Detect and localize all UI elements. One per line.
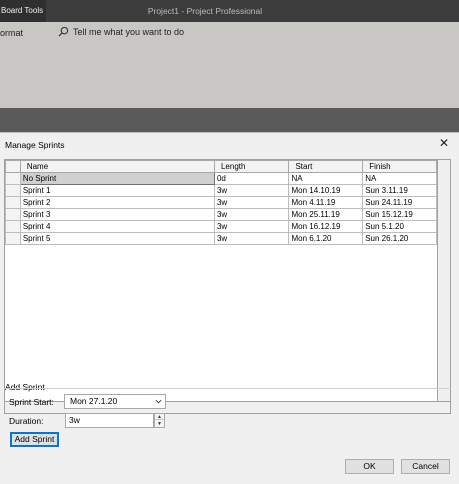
section-divider (4, 388, 451, 389)
add-sprint-section-label: Add Sprint (5, 382, 45, 392)
sprint-start-value: Mon 27.1.20 (70, 396, 118, 406)
cell-length[interactable]: 3w (213, 232, 290, 245)
cell-finish[interactable]: Sun 3.11.19 (362, 184, 437, 197)
close-icon[interactable]: ✕ (437, 136, 451, 150)
cell-name[interactable]: Sprint 4 (19, 220, 215, 233)
manage-sprints-dialog: Manage Sprints ✕ Name Length Start Finis… (0, 132, 459, 484)
cell-length[interactable]: 3w (213, 196, 290, 209)
dialog-title: Manage Sprints (5, 140, 65, 150)
cell-name[interactable]: No Sprint (19, 172, 215, 185)
add-sprint-button[interactable]: Add Sprint (10, 432, 59, 447)
row-header[interactable] (5, 220, 21, 233)
cell-length[interactable]: 0d (213, 172, 290, 185)
table-row[interactable]: Sprint 1 3w Mon 14.10.19 Sun 3.11.19 (5, 184, 437, 197)
row-header[interactable] (5, 172, 21, 185)
vertical-scrollbar[interactable] (438, 159, 451, 402)
cell-start[interactable]: Mon 14.10.19 (288, 184, 364, 197)
stepper-down-icon[interactable]: ▼ (155, 421, 164, 427)
sprints-grid[interactable]: Name Length Start Finish No Sprint 0d NA… (4, 159, 438, 402)
sprint-start-dropdown[interactable]: Mon 27.1.20 (64, 394, 166, 409)
row-header[interactable] (5, 184, 21, 197)
tell-me-text: Tell me what you want to do (73, 26, 185, 37)
tab-format[interactable]: ormat (0, 28, 23, 38)
corner-cell[interactable] (5, 160, 21, 173)
cell-start[interactable]: NA (288, 172, 364, 185)
table-row[interactable]: No Sprint 0d NA NA (5, 172, 437, 185)
row-header[interactable] (5, 208, 21, 221)
cell-finish[interactable]: Sun 26.1.20 (362, 232, 437, 245)
header-row: Name Length Start Finish (5, 160, 437, 173)
cell-start[interactable]: Mon 6.1.20 (288, 232, 364, 245)
table-row[interactable]: Sprint 5 3w Mon 6.1.20 Sun 26.1.20 (5, 232, 437, 245)
window-title: Project1 - Project Professional (147, 6, 263, 16)
duration-label: Duration: (9, 416, 44, 426)
column-header-start[interactable]: Start (288, 160, 364, 173)
cell-finish[interactable]: Sun 15.12.19 (362, 208, 437, 221)
cell-length[interactable]: 3w (213, 208, 290, 221)
cell-finish[interactable]: Sun 24.11.19 (362, 196, 437, 209)
title-bar: Board Tools Project1 - Project Professio… (0, 0, 459, 22)
background-strip (0, 108, 459, 132)
row-header[interactable] (5, 232, 21, 245)
tell-me-box[interactable]: Tell me what you want to do (58, 26, 184, 37)
column-header-length[interactable]: Length (213, 160, 290, 173)
cell-start[interactable]: Mon 16.12.19 (288, 220, 364, 233)
cell-finish[interactable]: Sun 5.1.20 (362, 220, 437, 233)
column-header-finish[interactable]: Finish (362, 160, 437, 173)
ribbon: ormat Tell me what you want to do (0, 22, 459, 108)
duration-stepper[interactable]: ▲ ▼ (154, 413, 165, 428)
context-tab-label: Board Tools (0, 0, 46, 22)
row-header[interactable] (5, 196, 21, 209)
ok-button[interactable]: OK (345, 459, 394, 474)
cell-name[interactable]: Sprint 1 (19, 184, 215, 197)
cell-name[interactable]: Sprint 5 (19, 232, 215, 245)
stepper-up-icon[interactable]: ▲ (155, 414, 164, 420)
cell-length[interactable]: 3w (213, 220, 290, 233)
chevron-down-icon (155, 399, 162, 404)
column-header-name[interactable]: Name (19, 160, 215, 173)
sprint-start-label: Sprint Start: (9, 397, 54, 407)
duration-field[interactable]: 3w (65, 413, 154, 428)
search-icon (58, 26, 69, 37)
table-row[interactable]: Sprint 4 3w Mon 16.12.19 Sun 5.1.20 (5, 220, 437, 233)
cell-start[interactable]: Mon 4.11.19 (288, 196, 364, 209)
cell-length[interactable]: 3w (213, 184, 290, 197)
cancel-button[interactable]: Cancel (401, 459, 450, 474)
sprints-table: Name Length Start Finish No Sprint 0d NA… (5, 160, 437, 245)
cell-name[interactable]: Sprint 3 (19, 208, 215, 221)
table-row[interactable]: Sprint 2 3w Mon 4.11.19 Sun 24.11.19 (5, 196, 437, 209)
cell-finish[interactable]: NA (362, 172, 437, 185)
cell-name[interactable]: Sprint 2 (19, 196, 215, 209)
table-row[interactable]: Sprint 3 3w Mon 25.11.19 Sun 15.12.19 (5, 208, 437, 221)
cell-start[interactable]: Mon 25.11.19 (288, 208, 364, 221)
